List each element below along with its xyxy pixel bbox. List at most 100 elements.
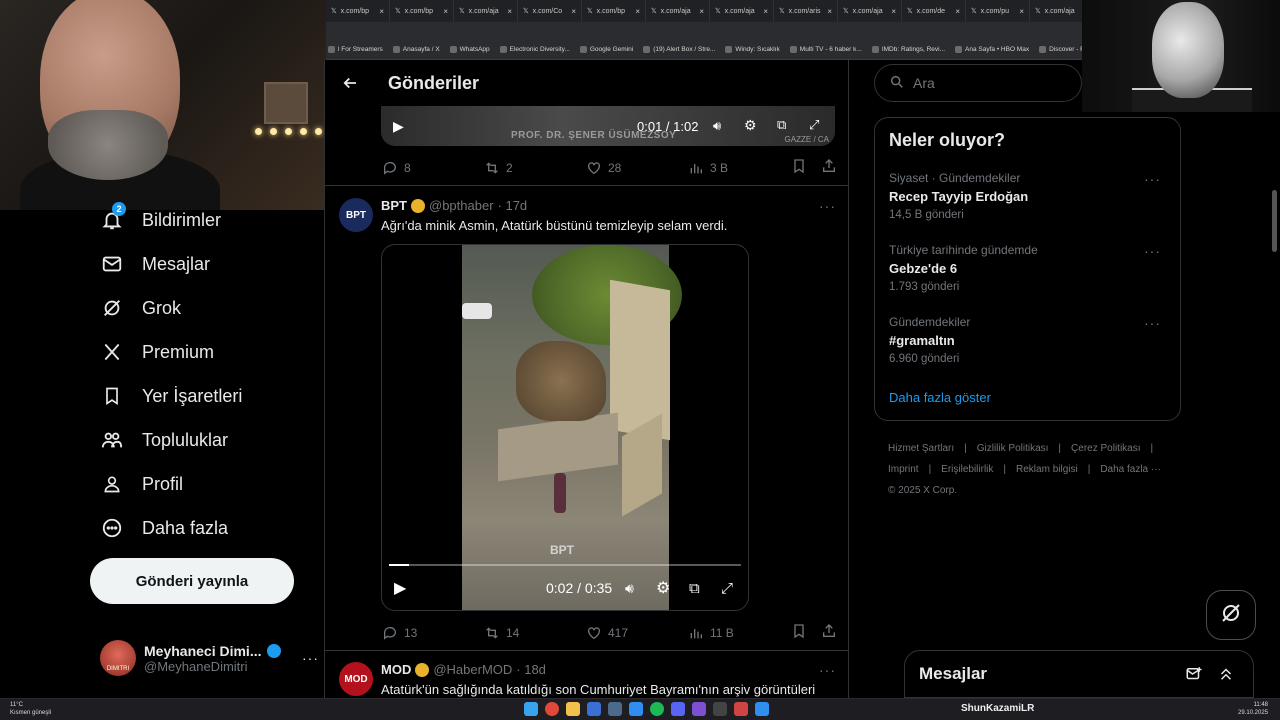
account-switcher[interactable]: DIMITRI Meyhaneci Dimi... @MeyhaneDimitr…	[100, 636, 320, 680]
windows-start-icon[interactable]	[524, 702, 538, 716]
close-icon[interactable]: ×	[955, 7, 960, 16]
pip-icon[interactable]: ⧉	[777, 117, 786, 133]
browser-tab[interactable]: 𝕏x.com/aris ×	[774, 0, 838, 22]
like-button[interactable]: 417	[586, 625, 688, 641]
author-handle[interactable]: @HaberMOD	[433, 662, 512, 677]
close-icon[interactable]: ×	[827, 7, 832, 16]
views-button[interactable]: 11 B	[688, 625, 790, 641]
app-icon[interactable]	[587, 702, 601, 716]
volume-icon[interactable]: 🔊︎	[713, 118, 721, 134]
browser-tab[interactable]: 𝕏x.com/bp ×	[582, 0, 646, 22]
fullscreen-icon[interactable]: ⤢	[721, 580, 733, 597]
footer-link[interactable]: Imprint	[888, 464, 919, 475]
app-icon[interactable]	[629, 702, 643, 716]
browser-tab[interactable]: 𝕏x.com/aja×	[838, 0, 902, 22]
nav-communities[interactable]: Topluluklar	[100, 428, 228, 452]
more-options-icon[interactable]: ···	[819, 662, 836, 678]
bookmark-item[interactable]: IMDb: Ratings, Revi...	[871, 46, 945, 53]
steam-icon[interactable]	[608, 702, 622, 716]
browser-tab[interactable]: 𝕏x.com/de ×	[902, 0, 966, 22]
bookmark-icon[interactable]	[791, 623, 807, 642]
close-icon[interactable]: ×	[379, 7, 384, 16]
chrome-icon[interactable]	[545, 702, 559, 716]
browser-tab[interactable]: 𝕏x.com/aja×	[454, 0, 518, 22]
bookmark-item[interactable]: WhatsApp	[449, 46, 490, 53]
bookmark-item[interactable]: (19) Alert Box / Stre...	[643, 46, 715, 53]
browser-tab[interactable]: 𝕏x.com/bp ×	[390, 0, 454, 22]
volume-icon[interactable]: 🔊︎	[625, 580, 634, 597]
avatar[interactable]: BPT	[339, 198, 373, 232]
expand-icon[interactable]	[1217, 665, 1235, 688]
nav-messages[interactable]: Mesajlar	[100, 252, 210, 276]
bookmark-icon[interactable]	[791, 158, 807, 177]
more-options-icon[interactable]: ···	[1144, 243, 1161, 259]
close-icon[interactable]: ×	[891, 7, 896, 16]
bookmark-item[interactable]: Anasayfa / X	[392, 46, 440, 53]
trend-item[interactable]: Türkiye tarihinde gündemde Gebze'de 6 1.…	[889, 243, 1169, 293]
play-icon[interactable]: ▶	[394, 578, 406, 598]
footer-link[interactable]: Hizmet Şartları	[888, 443, 954, 454]
bookmark-item[interactable]: Windy: Sıcaklık	[725, 46, 780, 53]
app-icon[interactable]	[692, 702, 706, 716]
nav-grok[interactable]: Grok	[100, 296, 181, 320]
browser-tab[interactable]: 𝕏x.com/pu ×	[966, 0, 1030, 22]
video-player[interactable]: BPT ▶ 0:02 / 0:35 🔊︎ ⚙ ⧉ ⤢	[381, 244, 749, 611]
close-icon[interactable]: ×	[635, 7, 640, 16]
browser-address-bar[interactable]	[326, 22, 1082, 40]
reply-button[interactable]: 13	[382, 625, 484, 641]
repost-button[interactable]: 14	[484, 625, 586, 641]
bookmark-item[interactable]: Electronic Diversity...	[499, 46, 570, 53]
views-button[interactable]: 3 B	[688, 160, 790, 176]
bookmark-item[interactable]: Multi TV - 6 haber k...	[789, 46, 862, 53]
bookmark-item[interactable]: Discover - Find Top...	[1039, 46, 1082, 53]
spotify-icon[interactable]	[650, 702, 664, 716]
new-message-icon[interactable]	[1185, 665, 1203, 688]
tweet-age[interactable]: · 17d	[498, 198, 528, 213]
author-name[interactable]: MOD	[381, 662, 411, 677]
reply-button[interactable]: 8	[382, 160, 484, 176]
author-handle[interactable]: @bpthaber	[429, 198, 494, 213]
more-options-icon[interactable]: ···	[302, 650, 319, 666]
back-arrow-icon[interactable]	[337, 70, 363, 96]
browser-tab[interactable]: 𝕏x.com/aja×	[1030, 0, 1082, 22]
search-input[interactable]: Ara	[874, 64, 1082, 102]
folder-icon[interactable]	[566, 702, 580, 716]
clock[interactable]: 11:48 29.10.2025	[1238, 701, 1268, 717]
footer-link[interactable]: Gizlilik Politikası	[977, 443, 1049, 454]
share-icon[interactable]	[821, 158, 837, 177]
browser-tab[interactable]: 𝕏x.com/aja×	[646, 0, 710, 22]
post-button[interactable]: Gönderi yayınla	[90, 558, 294, 604]
close-icon[interactable]: ×	[507, 7, 512, 16]
share-icon[interactable]	[821, 623, 837, 642]
settings-icon[interactable]: ⚙	[744, 117, 757, 134]
footer-link[interactable]: Erişilebilirlik	[941, 464, 993, 475]
close-icon[interactable]: ×	[443, 7, 448, 16]
messages-dock[interactable]: Mesajlar	[904, 650, 1254, 698]
repost-button[interactable]: 2	[484, 160, 586, 176]
trend-item[interactable]: Gündemdekiler #gramaltın 6.960 gönderi ·…	[889, 315, 1169, 365]
video-player-previous[interactable]: PROF. DR. ŞENER ÜSÜMEZSOY GAZZE / CA ▶ 0…	[381, 106, 835, 146]
bookmark-item[interactable]: Google Gemini	[579, 46, 633, 53]
app-icon[interactable]	[713, 702, 727, 716]
fullscreen-icon[interactable]: ⤢	[809, 117, 819, 133]
browser-tab[interactable]: 𝕏x.com/aja×	[710, 0, 774, 22]
nav-profile[interactable]: Profil	[100, 472, 183, 496]
settings-icon[interactable]: ⚙	[656, 578, 670, 598]
nav-more[interactable]: Daha fazla	[100, 516, 228, 540]
close-icon[interactable]: ×	[699, 7, 704, 16]
pip-icon[interactable]: ⧉	[689, 580, 700, 597]
browser-tab[interactable]: 𝕏x.com/bp ×	[326, 0, 390, 22]
like-button[interactable]: 28	[586, 160, 688, 176]
trend-item[interactable]: Siyaset · Gündemdekiler Recep Tayyip Erd…	[889, 171, 1169, 221]
nav-bookmarks[interactable]: Yer İşaretleri	[100, 384, 242, 408]
bookmark-item[interactable]: l For Streamers	[328, 46, 383, 53]
app-icon[interactable]	[734, 702, 748, 716]
scrollbar[interactable]	[1272, 190, 1277, 252]
weather-widget[interactable]: 11°C Kısmen güneşli	[10, 701, 51, 717]
show-more-link[interactable]: Daha fazla göster	[889, 390, 991, 405]
close-icon[interactable]: ×	[571, 7, 576, 16]
avatar[interactable]: MOD	[339, 662, 373, 696]
close-icon[interactable]: ×	[763, 7, 768, 16]
more-options-icon[interactable]: ···	[819, 198, 836, 214]
bookmark-item[interactable]: Ana Sayfa • HBO Max	[955, 46, 1029, 53]
